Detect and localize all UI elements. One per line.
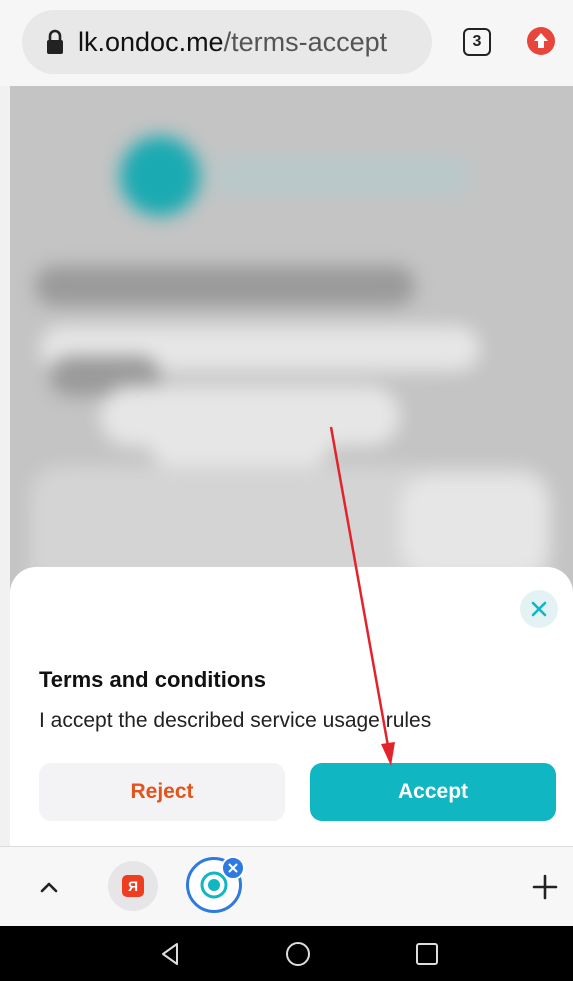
chevron-up-icon[interactable] bbox=[37, 875, 61, 899]
update-available-icon[interactable] bbox=[526, 26, 556, 56]
back-icon[interactable] bbox=[157, 940, 185, 968]
blurred-text-block-3 bbox=[150, 426, 330, 466]
dialog-text: I accept the described service usage rul… bbox=[39, 709, 432, 732]
tab-close-button[interactable] bbox=[221, 856, 245, 880]
accept-button[interactable]: Accept bbox=[310, 763, 556, 821]
yandex-tab-icon: Я bbox=[122, 875, 144, 897]
system-navigation-bar bbox=[0, 926, 573, 981]
blurred-heading bbox=[35, 266, 415, 306]
browser-top-bar: lk.ondoc.me/terms-accept 3 bbox=[0, 0, 573, 86]
address-bar[interactable]: lk.ondoc.me/terms-accept bbox=[22, 10, 432, 74]
browser-bottom-toolbar: Я bbox=[0, 846, 573, 926]
terms-bottom-sheet: Terms and conditions I accept the descri… bbox=[10, 567, 573, 847]
dialog-title: Terms and conditions bbox=[39, 667, 266, 692]
lock-icon bbox=[47, 29, 63, 54]
blurred-panel-right bbox=[400, 476, 550, 576]
blurred-logo-mark bbox=[120, 136, 200, 216]
screen: lk.ondoc.me/terms-accept 3 Terms and con… bbox=[0, 0, 573, 981]
url-text: lk.ondoc.me/terms-accept bbox=[78, 27, 387, 58]
close-icon bbox=[531, 601, 547, 617]
close-button[interactable] bbox=[520, 590, 558, 628]
url-host: lk.ondoc.me bbox=[78, 26, 224, 57]
tab-close-icon bbox=[228, 863, 238, 873]
recents-icon[interactable] bbox=[413, 940, 441, 968]
yandex-tab[interactable]: Я bbox=[108, 861, 158, 911]
reject-button[interactable]: Reject bbox=[39, 763, 285, 821]
tab-count-button[interactable]: 3 bbox=[463, 28, 491, 56]
url-path: /terms-accept bbox=[223, 26, 388, 57]
plus-icon[interactable] bbox=[530, 872, 560, 902]
home-icon[interactable] bbox=[284, 940, 312, 968]
blurred-logo-text bbox=[210, 156, 470, 196]
